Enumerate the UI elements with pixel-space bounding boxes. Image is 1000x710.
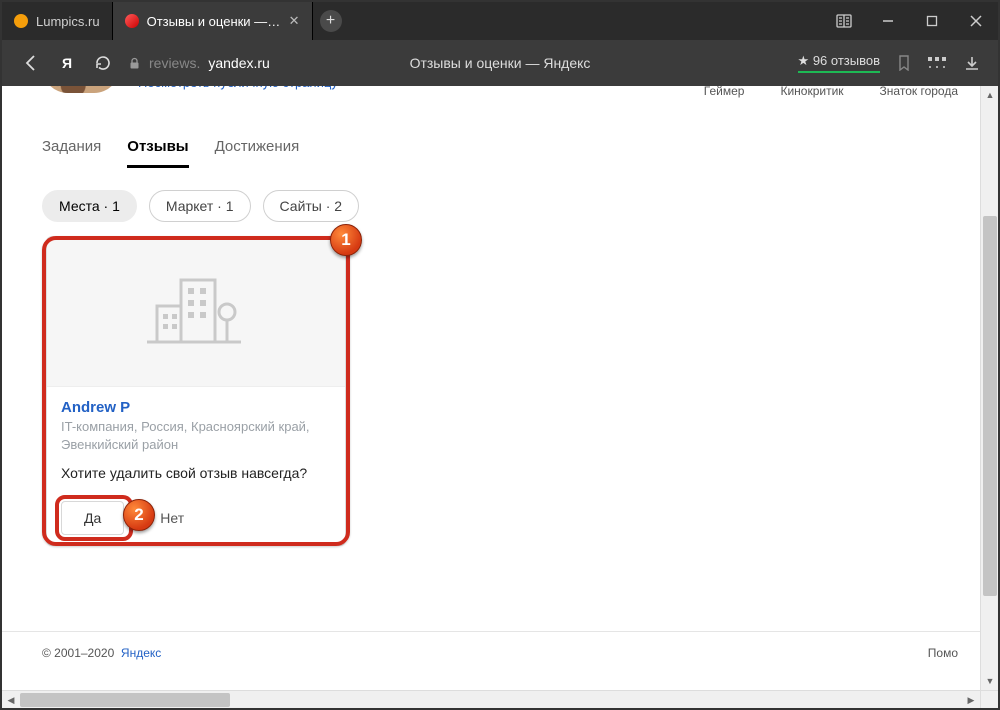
download-icon[interactable]	[964, 55, 980, 71]
building-icon	[141, 272, 251, 352]
review-card-subtitle: IT-компания, Россия, Красноярский край, …	[61, 418, 331, 453]
page-content: Посмотреть публичную страницу Геймер Кин…	[2, 86, 998, 708]
chip-sites[interactable]: Сайты · 2	[263, 190, 360, 222]
tab-achievements[interactable]: Достижения	[215, 138, 300, 168]
vertical-scroll-thumb[interactable]	[983, 216, 997, 596]
review-card-title[interactable]: Andrew P	[61, 399, 331, 416]
chip-places[interactable]: Места · 1	[42, 190, 137, 222]
card-image-placeholder	[47, 237, 345, 387]
scroll-up-arrow-icon[interactable]: ▲	[981, 86, 998, 104]
favicon-yandex	[125, 14, 139, 28]
lock-icon	[128, 57, 141, 70]
address-bar: Я reviews. yandex.ru Отзывы и оценки — Ян…	[2, 40, 998, 86]
browser-tab-active[interactable]: Отзывы и оценки — Ян ✕	[113, 2, 313, 40]
footer-copyright: © 2001–2020 Яндекс	[42, 646, 161, 660]
browser-tab-inactive[interactable]: Lumpics.ru	[2, 2, 113, 40]
back-button[interactable]	[20, 52, 42, 74]
window-maximize-button[interactable]	[910, 2, 954, 40]
view-public-profile-link[interactable]: Посмотреть публичную страницу	[138, 86, 338, 90]
yandex-logo-icon[interactable]: Я	[56, 52, 78, 74]
tab-title: Отзывы и оценки — Ян	[147, 14, 281, 29]
profile-header: Посмотреть публичную страницу Геймер Кин…	[42, 86, 958, 98]
chip-market[interactable]: Маркет · 1	[149, 190, 251, 222]
tab-reviews[interactable]: Отзывы	[127, 138, 188, 168]
scroll-right-arrow-icon[interactable]: ▶	[962, 691, 980, 708]
reload-button[interactable]	[92, 52, 114, 74]
reviews-count-badge[interactable]: ★ 96 отзывов	[798, 53, 880, 73]
delete-confirm-question: Хотите удалить свой отзыв навсегда?	[61, 465, 331, 481]
annotation-badge-1: 1	[330, 224, 362, 256]
close-icon[interactable]: ✕	[289, 13, 300, 29]
url-sub: reviews.	[149, 55, 200, 71]
profile-achievements: Геймер Кинокритик Знаток города	[704, 86, 958, 98]
review-card: Andrew P IT-компания, Россия, Красноярск…	[46, 236, 346, 546]
achievement-label: Геймер	[704, 86, 745, 98]
url-domain: yandex.ru	[208, 55, 269, 71]
horizontal-scrollbar[interactable]: ◀ ▶	[2, 690, 980, 708]
achievement-cityexpert[interactable]: Знаток города	[880, 86, 958, 98]
annotation-badge-2: 2	[123, 499, 155, 531]
horizontal-scroll-thumb[interactable]	[20, 693, 230, 707]
page-footer: © 2001–2020 Яндекс Помо	[2, 631, 998, 674]
more-menu-icon[interactable]	[928, 57, 946, 69]
footer-brand-link[interactable]: Яндекс	[121, 646, 161, 660]
new-tab-button[interactable]: +	[313, 2, 349, 40]
browser-titlebar: Lumpics.ru Отзывы и оценки — Ян ✕ +	[2, 2, 998, 40]
confirm-yes-button[interactable]: Да	[61, 501, 124, 535]
bookmark-icon[interactable]	[898, 55, 910, 71]
filter-chips: Места · 1 Маркет · 1 Сайты · 2	[42, 190, 958, 222]
scrollbar-corner	[980, 690, 998, 708]
achievement-moviecritic[interactable]: Кинокритик	[780, 86, 843, 98]
favicon-lumpics	[14, 14, 28, 28]
url-field[interactable]: reviews. yandex.ru	[128, 55, 270, 71]
scroll-down-arrow-icon[interactable]: ▼	[981, 672, 998, 690]
tab-tasks[interactable]: Задания	[42, 138, 101, 168]
reader-view-icon[interactable]	[822, 2, 866, 40]
window-minimize-button[interactable]	[866, 2, 910, 40]
footer-help-link[interactable]: Помо	[928, 646, 958, 660]
window-close-button[interactable]	[954, 2, 998, 40]
reviews-count-text: 96 отзывов	[813, 53, 880, 68]
achievement-gamer[interactable]: Геймер	[704, 86, 745, 98]
achievement-label: Кинокритик	[780, 86, 843, 98]
vertical-scrollbar[interactable]: ▲ ▼	[980, 86, 998, 690]
review-card-annotated: Andrew P IT-компания, Россия, Красноярск…	[42, 236, 350, 546]
scroll-left-arrow-icon[interactable]: ◀	[2, 691, 20, 708]
section-tabs: Задания Отзывы Достижения	[42, 138, 958, 168]
page-title: Отзывы и оценки — Яндекс	[410, 55, 591, 71]
confirm-actions: Да Нет 2	[61, 501, 331, 535]
achievement-label: Знаток города	[880, 86, 958, 98]
tab-title: Lumpics.ru	[36, 14, 100, 29]
avatar	[42, 86, 120, 93]
